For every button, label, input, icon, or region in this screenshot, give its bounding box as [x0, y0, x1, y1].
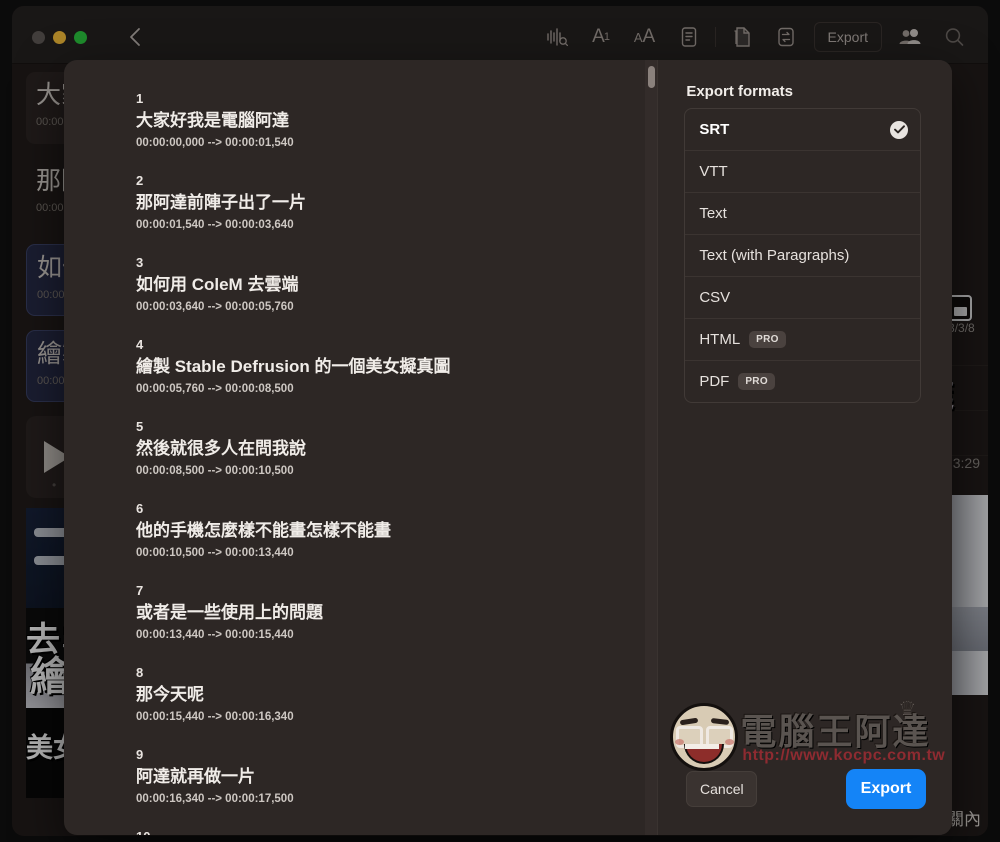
- cue-text: 那阿達前陣子出了一片: [136, 193, 306, 212]
- cue-time: 00:00:03,640 --> 00:00:05,760: [136, 301, 294, 313]
- cue-time: 00:00:10,500 --> 00:00:13,440: [136, 547, 294, 559]
- format-option-text-with-paragraphs[interactable]: Text (with Paragraphs): [685, 235, 921, 277]
- transcript-cue: 8 那今天呢 00:00:15,440 --> 00:00:16,340: [136, 664, 627, 725]
- cue-text: 大家好我是電腦阿達: [136, 111, 289, 130]
- transcript-scroll-area[interactable]: 1 大家好我是電腦阿達 00:00:00,000 --> 00:00:01,54…: [64, 60, 657, 835]
- cue-index: 2: [136, 173, 144, 188]
- format-option-html[interactable]: HTML PRO: [685, 319, 921, 361]
- cue-index: 4: [136, 337, 144, 352]
- cue-text: 如何用 ColeM 去雲端: [136, 275, 299, 294]
- transcript-cue: 7 或者是一些使用上的問題 00:00:13,440 --> 00:00:15,…: [136, 582, 627, 643]
- cue-index: 8: [136, 665, 144, 680]
- transcript-cue: 9 阿達就再做一片 00:00:16,340 --> 00:00:17,500: [136, 746, 627, 807]
- cue-index: 1: [136, 91, 144, 106]
- cue-time: 00:00:16,340 --> 00:00:17,500: [136, 793, 294, 805]
- format-option-pdf[interactable]: PDF PRO: [685, 361, 920, 402]
- cue-text: 他的手機怎麼樣不能畫怎樣不能畫: [136, 521, 391, 540]
- format-label: SRT: [699, 121, 730, 138]
- transcript-cue: 3 如何用 ColeM 去雲端 00:00:03,640 --> 00:00:0…: [136, 254, 627, 315]
- format-label: CSV: [699, 289, 731, 306]
- transcript-cue: 2 那阿達前陣子出了一片 00:00:01,540 --> 00:00:03,6…: [136, 172, 627, 233]
- cue-index: 7: [136, 583, 144, 598]
- transcript-cue: 4 繪製 Stable Defrusion 的一個美女擬真圖 00:00:05,…: [136, 336, 627, 397]
- pro-badge: PRO: [749, 331, 786, 348]
- transcript-cue: 6 他的手機怎麼樣不能畫怎樣不能畫 00:00:10,500 --> 00:00…: [136, 500, 627, 561]
- transcript-cue: 1 大家好我是電腦阿達 00:00:00,000 --> 00:00:01,54…: [136, 90, 627, 151]
- cue-time: 00:00:00,000 --> 00:00:01,540: [136, 137, 294, 149]
- format-label: HTML: [699, 331, 741, 348]
- export-button[interactable]: Export: [846, 769, 926, 809]
- format-option-vtt[interactable]: VTT: [685, 151, 921, 193]
- transcript-cue: 10 就是教大家如何用手機 00:00:17,500 --> 00:00:19,…: [136, 828, 627, 835]
- cue-time: 00:00:01,540 --> 00:00:03,640: [136, 219, 294, 231]
- checkmark-icon: [890, 120, 909, 139]
- cue-text: 繪製 Stable Defrusion 的一個美女擬真圖: [136, 357, 451, 376]
- watermark-brand: 電腦王阿達: [740, 711, 931, 752]
- cue-index: 6: [136, 501, 144, 516]
- pro-badge: PRO: [738, 373, 775, 390]
- format-option-csv[interactable]: CSV: [685, 277, 921, 319]
- crown-icon: ♛: [898, 697, 917, 719]
- transcript-cue: 5 然後就很多人在問我說 00:00:08,500 --> 00:00:10,5…: [136, 418, 627, 479]
- format-label: PDF: [699, 373, 730, 390]
- format-option-text[interactable]: Text: [685, 193, 921, 235]
- format-option-srt[interactable]: SRT: [685, 109, 921, 151]
- cancel-button[interactable]: Cancel: [686, 771, 758, 807]
- dialog-actions: Cancel Export: [658, 757, 952, 835]
- cue-time: 00:00:05,760 --> 00:00:08,500: [136, 383, 294, 395]
- format-list: SRT VTT Text Text (with Paragraphs) CSV …: [684, 108, 922, 403]
- cue-time: 00:00:15,440 --> 00:00:16,340: [136, 711, 294, 723]
- cue-index: 9: [136, 747, 144, 762]
- format-label: Text: [699, 205, 727, 222]
- cue-index: 10: [136, 828, 627, 835]
- cue-index: 3: [136, 255, 144, 270]
- cue-text: 阿達就再做一片: [136, 767, 255, 786]
- cue-text: 或者是一些使用上的問題: [136, 603, 323, 622]
- screen: A1 AA Export 繪製 • 3:29 相關內 1 大家好我是電腦阿達 0…: [0, 0, 1000, 842]
- cue-time: 00:00:08,500 --> 00:00:10,500: [136, 465, 294, 477]
- scrollbar[interactable]: [645, 60, 658, 835]
- cue-index: 5: [136, 419, 144, 434]
- format-label: VTT: [699, 163, 728, 180]
- format-label: Text (with Paragraphs): [699, 247, 850, 264]
- cue-time: 00:00:13,440 --> 00:00:15,440: [136, 629, 294, 641]
- scrollbar-thumb[interactable]: [648, 66, 656, 88]
- panel-title: Export formats: [686, 83, 794, 100]
- cue-text: 然後就很多人在問我說: [136, 439, 306, 458]
- transcript-preview-pane: 1 大家好我是電腦阿達 00:00:00,000 --> 00:00:01,54…: [64, 60, 659, 835]
- export-formats-pane: Export formats SRT VTT Text Text (with P…: [658, 60, 952, 835]
- cue-text: 那今天呢: [136, 685, 204, 704]
- export-dialog: 1 大家好我是電腦阿達 00:00:00,000 --> 00:00:01,54…: [64, 60, 952, 835]
